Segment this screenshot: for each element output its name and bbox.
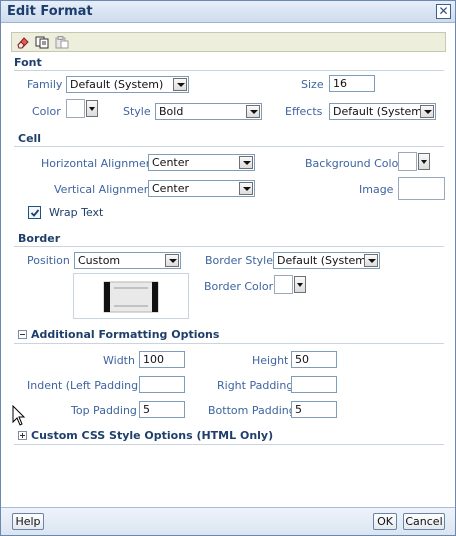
- indent-label: Indent (Left Padding): [27, 379, 143, 392]
- horizontal-alignment-value: Center: [152, 156, 190, 169]
- expand-icon[interactable]: [18, 431, 27, 440]
- paste-icon[interactable]: [55, 36, 69, 49]
- border-divider: [14, 246, 444, 247]
- font-family-select[interactable]: Default (System): [66, 76, 189, 93]
- font-size-input[interactable]: 16: [329, 75, 375, 92]
- horizontal-alignment-label: Horizontal Alignment: [41, 157, 158, 170]
- font-style-value: Bold: [159, 105, 184, 118]
- chevron-down-icon[interactable]: [86, 100, 98, 117]
- horizontal-alignment-select[interactable]: Center: [148, 154, 255, 171]
- ok-button[interactable]: OK: [373, 513, 397, 530]
- indent-input[interactable]: [139, 376, 185, 393]
- eraser-icon[interactable]: [16, 36, 30, 49]
- right-padding-input[interactable]: [291, 376, 337, 393]
- font-effects-select[interactable]: Default (System): [329, 103, 436, 120]
- chevron-down-icon[interactable]: [239, 156, 253, 169]
- chevron-down-icon[interactable]: [246, 105, 260, 118]
- border-preview-diagram: [103, 281, 159, 313]
- custom-css-heading[interactable]: Custom CSS Style Options (HTML Only): [31, 429, 273, 442]
- top-padding-input[interactable]: 5: [139, 401, 185, 418]
- dialog-footer: Help OK Cancel: [1, 507, 455, 535]
- border-style-value: Default (System): [277, 254, 371, 267]
- chevron-down-icon[interactable]: [418, 153, 430, 170]
- border-color-label: Border Color: [204, 280, 274, 293]
- edit-format-dialog: Edit Format ✕ Font Family Default (Syste…: [0, 0, 456, 536]
- css-divider: [14, 444, 444, 445]
- additional-divider: [14, 343, 444, 344]
- cell-divider: [14, 146, 444, 147]
- height-input[interactable]: 50: [291, 351, 337, 368]
- font-divider: [14, 70, 444, 71]
- top-padding-label: Top Padding: [71, 404, 137, 417]
- border-style-label: Border Style: [205, 254, 274, 267]
- title-bar[interactable]: Edit Format ✕: [1, 1, 455, 23]
- dialog-title: Edit Format: [7, 4, 93, 19]
- close-icon: ✕: [438, 4, 449, 18]
- font-color-label: Color: [32, 105, 61, 118]
- mouse-cursor-icon: [12, 405, 26, 426]
- copy-icon[interactable]: [35, 36, 49, 49]
- image-label: Image: [359, 183, 394, 196]
- vertical-alignment-select[interactable]: Center: [148, 180, 255, 197]
- top-padding-value: 5: [143, 403, 150, 416]
- right-padding-label: Right Padding: [217, 379, 294, 392]
- background-color-swatch[interactable]: [398, 152, 417, 171]
- bottom-padding-label: Bottom Padding: [208, 404, 296, 417]
- help-button[interactable]: Help: [12, 513, 44, 530]
- wrap-text-checkbox[interactable]: [28, 206, 41, 219]
- font-family-label: Family: [27, 78, 63, 91]
- border-section-heading: Border: [18, 232, 61, 245]
- width-value: 100: [143, 353, 164, 366]
- width-input[interactable]: 100: [139, 351, 185, 368]
- vertical-alignment-value: Center: [152, 182, 190, 195]
- check-icon: [30, 209, 40, 217]
- font-style-label: Style: [123, 105, 151, 118]
- font-effects-value: Default (System): [333, 105, 427, 118]
- chevron-down-icon[interactable]: [420, 105, 434, 118]
- close-button[interactable]: ✕: [436, 4, 451, 19]
- font-size-label: Size: [301, 78, 324, 91]
- font-family-value: Default (System): [70, 78, 164, 91]
- font-size-value: 16: [333, 77, 347, 90]
- additional-formatting-heading[interactable]: Additional Formatting Options: [31, 328, 219, 341]
- font-section-heading: Font: [14, 56, 42, 69]
- background-color-picker[interactable]: [398, 152, 430, 171]
- border-color-swatch[interactable]: [274, 275, 293, 294]
- collapse-icon[interactable]: [18, 330, 27, 339]
- chevron-down-icon[interactable]: [173, 78, 187, 91]
- bottom-padding-value: 5: [295, 403, 302, 416]
- chevron-down-icon[interactable]: [294, 276, 306, 293]
- border-position-value: Custom: [78, 254, 121, 267]
- font-color-swatch[interactable]: [66, 99, 85, 118]
- border-position-label: Position: [27, 254, 70, 267]
- format-toolbar: [11, 32, 446, 52]
- height-value: 50: [295, 353, 309, 366]
- image-picker[interactable]: [398, 177, 445, 200]
- cell-section-heading: Cell: [18, 132, 42, 145]
- width-label: Width: [103, 354, 135, 367]
- border-color-picker[interactable]: [274, 275, 306, 294]
- border-position-select[interactable]: Custom: [74, 252, 181, 269]
- background-color-label: Background Color: [305, 157, 403, 170]
- chevron-down-icon[interactable]: [165, 254, 179, 267]
- wrap-text-label[interactable]: Wrap Text: [49, 206, 103, 219]
- vertical-alignment-label: Vertical Alignment: [54, 183, 156, 196]
- cancel-button[interactable]: Cancel: [403, 513, 445, 530]
- font-effects-label: Effects: [285, 105, 323, 118]
- height-label: Height: [252, 354, 289, 367]
- font-style-select[interactable]: Bold: [155, 103, 262, 120]
- border-preview[interactable]: [73, 273, 189, 319]
- border-style-select[interactable]: Default (System): [273, 252, 380, 269]
- font-color-picker[interactable]: [66, 99, 98, 118]
- chevron-down-icon[interactable]: [239, 182, 253, 195]
- chevron-down-icon[interactable]: [364, 254, 378, 267]
- bottom-padding-input[interactable]: 5: [291, 401, 337, 418]
